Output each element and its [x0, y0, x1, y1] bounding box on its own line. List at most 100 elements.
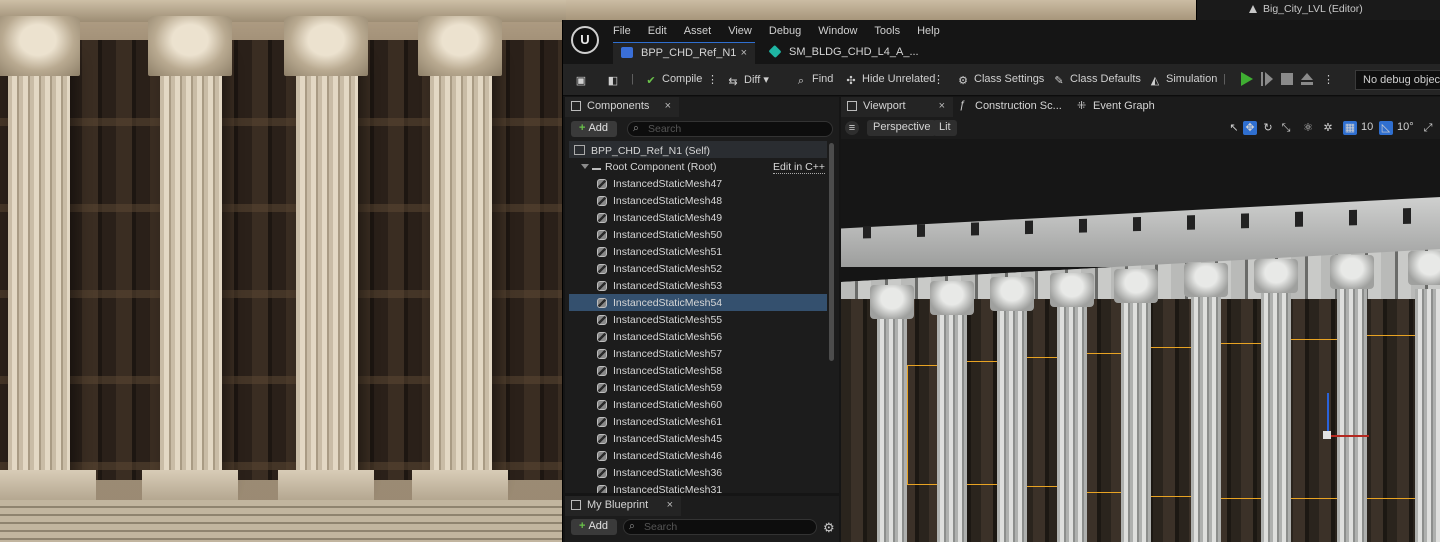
tree-item-instanced-static-mesh[interactable]: InstancedStaticMesh58 [569, 362, 827, 379]
rotation-snap-icon[interactable]: ◺ [1379, 121, 1393, 135]
steps [0, 500, 566, 542]
tree-item-self[interactable]: BPP_CHD_Ref_N1 (Self) [569, 141, 827, 158]
my-blueprint-search-input[interactable]: ⌕ Search [623, 519, 817, 535]
tree-item-instanced-static-mesh[interactable]: InstancedStaticMesh47 [569, 175, 827, 192]
stop-icon[interactable] [1281, 72, 1293, 86]
translate-icon[interactable]: ✥ [1243, 121, 1257, 135]
tree-item-instanced-static-mesh[interactable]: InstancedStaticMesh51 [569, 243, 827, 260]
instanced-static-mesh-icon [597, 281, 607, 291]
browse-button[interactable]: ◧ [607, 73, 624, 87]
components-panel: Components × + Add ⌕ Search BPP_CHD_Ref_N1… [565, 97, 839, 493]
doc-tab-blueprint[interactable]: BPP_CHD_Ref_N1 × [613, 42, 755, 64]
menu-asset[interactable]: Asset [684, 25, 712, 37]
tree-item-instanced-static-mesh[interactable]: InstancedStaticMesh55 [569, 311, 827, 328]
menu-view[interactable]: View [728, 25, 752, 37]
blueprint-editor-window: U File Edit Asset View Debug Window Tool… [562, 20, 1440, 542]
lit-button[interactable]: Lit [933, 120, 957, 136]
debug-object-select[interactable]: No debug object se [1355, 70, 1440, 90]
menu-tools[interactable]: Tools [874, 25, 900, 37]
scale-snap-icon[interactable]: ⤢ [1421, 121, 1435, 135]
add-component-button[interactable]: + Add [571, 121, 617, 137]
eject-icon[interactable] [1301, 72, 1313, 86]
close-icon[interactable]: × [741, 47, 747, 59]
play-options-button[interactable]: ⋮ [1323, 73, 1334, 86]
tree-item-label: InstancedStaticMesh50 [613, 229, 723, 241]
tree-item-instanced-static-mesh[interactable]: InstancedStaticMesh49 [569, 209, 827, 226]
scale-icon[interactable]: ⤡ [1279, 121, 1293, 135]
viewport-icon [847, 101, 857, 111]
class-settings-button[interactable]: ⚙ Class Settings [957, 73, 1044, 87]
close-icon[interactable]: × [667, 499, 673, 511]
class-defaults-button[interactable]: ✎ Class Defaults [1053, 73, 1141, 87]
gear-icon[interactable]: ⚙ [823, 520, 835, 536]
column [877, 289, 907, 542]
tree-item-instanced-static-mesh[interactable]: InstancedStaticMesh54 [569, 294, 827, 311]
perspective-button[interactable]: Perspective [867, 120, 937, 136]
gizmo-x-axis[interactable] [1329, 435, 1369, 437]
column [1337, 289, 1367, 542]
tab-event-graph[interactable]: ⁜ Event Graph [1071, 97, 1165, 117]
tree-item-instanced-static-mesh[interactable]: InstancedStaticMesh46 [569, 447, 827, 464]
surface-snap-icon[interactable]: ✲ [1321, 121, 1335, 135]
instanced-static-mesh-icon [597, 247, 607, 257]
grid-snap-value[interactable]: 10 [1361, 121, 1373, 133]
tree-item-instanced-static-mesh[interactable]: InstancedStaticMesh36 [569, 464, 827, 481]
close-icon[interactable]: × [665, 100, 671, 112]
close-icon[interactable]: × [939, 100, 945, 112]
select-mode-icon[interactable]: ↖ [1227, 121, 1241, 135]
hide-unrelated-options-button[interactable]: ⋮ [933, 73, 944, 86]
instanced-static-mesh-icon [597, 315, 607, 325]
tree-item-instanced-static-mesh[interactable]: InstancedStaticMesh60 [569, 396, 827, 413]
blueprint-asset-icon [621, 47, 633, 58]
hamburger-menu-icon[interactable]: ≡ [845, 121, 859, 135]
outliner-level-item[interactable]: Big_City_LVL (Editor) [1249, 3, 1363, 15]
tree-item-root[interactable]: Root Component (Root) Edit in C++ [569, 158, 827, 175]
menu-edit[interactable]: Edit [648, 25, 667, 37]
expand-arrow-icon[interactable] [581, 164, 589, 169]
world-space-icon[interactable]: ⚛ [1301, 121, 1315, 135]
rotation-snap-value[interactable]: 10° [1397, 121, 1414, 133]
diff-button[interactable]: ⇆ Diff ▾ [727, 73, 769, 88]
tree-item-instanced-static-mesh[interactable]: InstancedStaticMesh45 [569, 430, 827, 447]
play-icon[interactable] [1241, 72, 1253, 86]
rotate-icon[interactable]: ↻ [1261, 121, 1275, 135]
viewport-panel: Viewport × ƒ Construction Sc... ⁜ Event … [841, 97, 1440, 542]
step-icon[interactable] [1261, 72, 1273, 86]
tree-item-instanced-static-mesh[interactable]: InstancedStaticMesh61 [569, 413, 827, 430]
components-search-input[interactable]: ⌕ Search [627, 121, 833, 137]
compile-button[interactable]: ✔ Compile [645, 73, 702, 87]
menu-debug[interactable]: Debug [769, 25, 801, 37]
my-blueprint-tab[interactable]: My Blueprint × [565, 496, 681, 516]
simulation-button[interactable]: ◭ Simulation [1149, 73, 1218, 87]
tab-viewport[interactable]: Viewport × [841, 97, 953, 117]
tree-item-instanced-static-mesh[interactable]: InstancedStaticMesh57 [569, 345, 827, 362]
grid-snap-icon[interactable]: ▦ [1343, 121, 1357, 135]
tree-item-label: InstancedStaticMesh54 [613, 297, 723, 309]
find-button[interactable]: ⌕ Find [795, 73, 834, 87]
tree-item-instanced-static-mesh[interactable]: InstancedStaticMesh59 [569, 379, 827, 396]
tree-item-instanced-static-mesh[interactable]: InstancedStaticMesh48 [569, 192, 827, 209]
tree-item-instanced-static-mesh[interactable]: InstancedStaticMesh53 [569, 277, 827, 294]
menu-file[interactable]: File [613, 25, 631, 37]
tab-construction-script[interactable]: ƒ Construction Sc... [953, 97, 1071, 117]
hide-unrelated-button[interactable]: ✣ Hide Unrelated [845, 73, 935, 87]
menu-help[interactable]: Help [917, 25, 940, 37]
add-member-button[interactable]: + Add [571, 519, 617, 535]
doc-tab-static-mesh[interactable]: SM_BLDG_CHD_L4_A_... [755, 42, 929, 64]
tree-item-instanced-static-mesh[interactable]: InstancedStaticMesh52 [569, 260, 827, 277]
components-tab[interactable]: Components × [565, 97, 679, 117]
menu-window[interactable]: Window [818, 25, 857, 37]
column-capital [284, 16, 368, 76]
unreal-logo-icon: U [571, 26, 599, 54]
save-button[interactable]: ▣ [575, 73, 592, 87]
components-scrollbar[interactable] [829, 143, 834, 361]
tree-item-instanced-static-mesh[interactable]: InstancedStaticMesh56 [569, 328, 827, 345]
tree-item-instanced-static-mesh[interactable]: InstancedStaticMesh31 [569, 481, 827, 493]
compile-options-button[interactable]: ⋮ [707, 73, 718, 86]
column-capital [0, 16, 80, 76]
edit-in-cpp-link[interactable]: Edit in C++ [773, 161, 825, 174]
gizmo-center[interactable] [1323, 431, 1331, 439]
tree-item-instanced-static-mesh[interactable]: InstancedStaticMesh50 [569, 226, 827, 243]
viewport-3d-scene[interactable] [841, 139, 1440, 542]
instanced-static-mesh-icon [597, 434, 607, 444]
